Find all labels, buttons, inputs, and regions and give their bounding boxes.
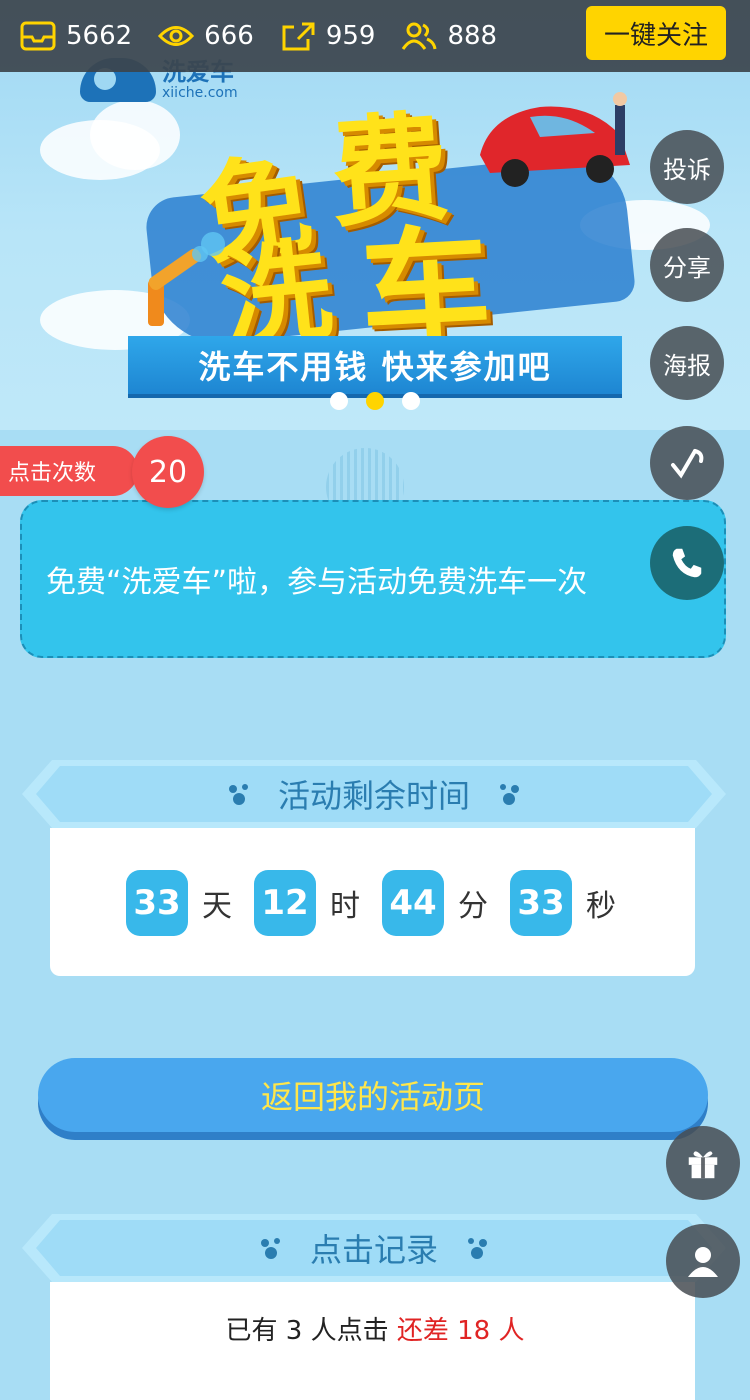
eye-icon (158, 26, 195, 46)
share-out-icon (282, 22, 315, 51)
stat-value: 888 (447, 21, 498, 51)
stat-views: 666 (158, 21, 254, 51)
seconds-unit: 秒 (586, 889, 616, 924)
banner-slogan: 洗车不用钱 快来参加吧 (128, 336, 622, 398)
paw-icon (464, 1235, 490, 1261)
follow-button[interactable]: 一键关注 (586, 6, 726, 60)
logo-domain: xiiche.com (162, 85, 238, 101)
users-icon (402, 22, 437, 50)
records-summary: 已有 3 人点击 还差 18 人 (0, 1310, 750, 1347)
paw-icon (258, 1235, 284, 1261)
paw-icon (496, 781, 522, 807)
hours-unit: 时 (330, 889, 360, 924)
stat-users: 888 (401, 21, 497, 51)
stat-value: 959 (325, 21, 376, 51)
click-count-label: 点击次数 (0, 446, 139, 496)
poster-button[interactable]: 海报 (650, 326, 724, 400)
share-button[interactable]: 分享 (650, 228, 724, 302)
cloud-decoration (90, 100, 180, 170)
carousel-dot[interactable] (330, 392, 348, 410)
carousel-dot[interactable] (402, 392, 420, 410)
countdown-title: 活动剩余时间 (277, 777, 470, 815)
days-unit: 天 (202, 889, 232, 924)
car-wash-illustration-icon (480, 92, 630, 187)
carousel-dot-active[interactable] (366, 392, 384, 410)
records-remaining: 还差 18 人 (396, 1316, 525, 1346)
user-icon (688, 1247, 718, 1277)
stat-inbox: 5662 (20, 21, 132, 51)
stat-value: 666 (204, 21, 254, 51)
click-count-value: 20 (132, 436, 204, 508)
countdown-days: 33 (126, 870, 188, 936)
minutes-unit: 分 (458, 889, 488, 924)
music-note-icon (671, 449, 704, 479)
music-button[interactable] (650, 426, 724, 500)
gift-button[interactable] (666, 1126, 740, 1200)
phone-button[interactable] (650, 526, 724, 600)
records-title: 点击记录 (309, 1231, 438, 1269)
activity-intro-card: 免费“洗爱车”啦，参与活动免费洗车一次 (20, 500, 726, 658)
countdown-seconds: 33 (510, 870, 572, 936)
phone-icon (672, 548, 702, 578)
return-activity-button[interactable]: 返回我的活动页 (38, 1058, 708, 1132)
countdown-timer: 33 天 12 时 44 分 33 秒 (126, 870, 638, 936)
countdown-header: 活动剩余时间 (22, 760, 726, 828)
complain-button[interactable]: 投诉 (650, 130, 724, 204)
stat-shares: 959 (280, 21, 376, 51)
gift-icon (688, 1151, 718, 1179)
stat-value: 5662 (66, 21, 133, 51)
stats-bar: 5662 666 959 888 一键关注 (0, 0, 750, 72)
activity-intro-text: 免费“洗爱车”啦，参与活动免费洗车一次 (46, 565, 588, 600)
countdown-minutes: 44 (382, 870, 444, 936)
countdown-hours: 12 (254, 870, 316, 936)
profile-button[interactable] (666, 1224, 740, 1298)
inbox-icon (20, 21, 56, 51)
paw-icon (226, 781, 252, 807)
records-header: 点击记录 (22, 1214, 726, 1282)
records-count: 已有 3 人点击 (225, 1316, 389, 1346)
carousel-indicator (330, 392, 420, 410)
water-gun-icon (148, 232, 225, 326)
